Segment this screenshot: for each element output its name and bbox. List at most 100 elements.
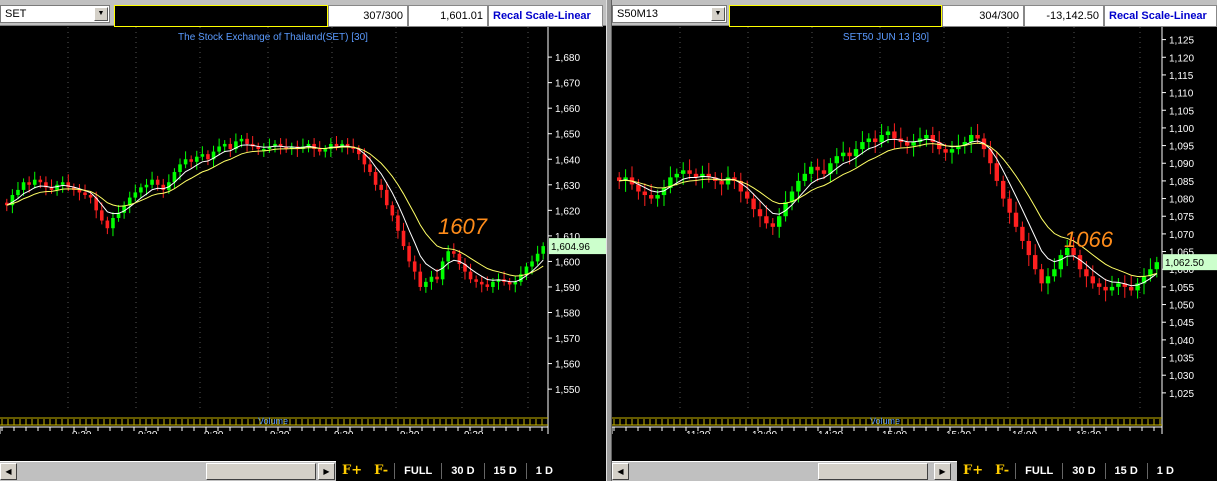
- scroll-left-icon[interactable]: ◀: [0, 463, 17, 480]
- candle: [892, 131, 897, 139]
- candle: [491, 281, 495, 287]
- symbol-select-right[interactable]: S50M13 ▼: [612, 5, 727, 23]
- candle: [83, 192, 87, 196]
- candle: [1001, 180, 1006, 199]
- tab-full[interactable]: FULL: [1015, 463, 1062, 479]
- price-annotation: 1607: [438, 214, 488, 239]
- recal-scale-button-right[interactable]: Recal Scale-Linear: [1104, 5, 1217, 27]
- candle: [764, 216, 769, 224]
- candle: [111, 218, 115, 229]
- moving-average-slow: [619, 142, 1157, 277]
- candle: [452, 251, 456, 254]
- tab-full[interactable]: FULL: [394, 463, 441, 479]
- candle: [206, 154, 210, 160]
- tab-15d[interactable]: 15 D: [1104, 463, 1147, 479]
- candle: [27, 182, 31, 185]
- candle: [446, 251, 451, 262]
- y-tick-label: 1,040: [1169, 336, 1194, 347]
- candle: [1026, 240, 1031, 256]
- scroll-thumb[interactable]: [818, 463, 928, 480]
- candle: [1077, 255, 1083, 270]
- candle: [873, 138, 878, 143]
- time-label: 9:30: [204, 430, 224, 434]
- candle: [479, 281, 484, 285]
- tab-1d[interactable]: 1 D: [1146, 463, 1183, 479]
- candle: [1116, 283, 1121, 287]
- candle: [905, 142, 910, 146]
- zoom-in-tab[interactable]: F+: [957, 463, 989, 479]
- scrollbar-left[interactable]: ◀ ▶: [0, 461, 336, 481]
- candle: [513, 281, 518, 285]
- tab-30d[interactable]: 30 D: [441, 463, 483, 479]
- scroll-right-icon[interactable]: ▶: [318, 463, 335, 480]
- scrollbar-right[interactable]: ◀ ▶: [612, 461, 957, 481]
- scroll-left-icon[interactable]: ◀: [612, 463, 629, 480]
- candle: [745, 191, 750, 199]
- candle: [674, 173, 679, 178]
- zoom-in-tab[interactable]: F+: [336, 463, 368, 479]
- y-tick-label: 1,570: [555, 334, 580, 345]
- last-price-field-right: -13,142.50: [1024, 5, 1104, 27]
- candle: [1154, 262, 1159, 270]
- candle: [1129, 286, 1134, 291]
- scroll-right-icon[interactable]: ▶: [934, 463, 951, 480]
- candle: [975, 134, 980, 139]
- candle: [424, 281, 428, 287]
- candle: [1039, 269, 1044, 284]
- candlestick-chart-left[interactable]: 1,6801,6701,6601,6501,6401,6301,6201,610…: [0, 27, 606, 434]
- last-price-field-left: 1,601.01: [408, 5, 488, 27]
- tab-30d[interactable]: 30 D: [1062, 463, 1104, 479]
- time-label: 9:30: [464, 430, 484, 434]
- candle: [222, 143, 227, 147]
- y-tick-label: 1,100: [1169, 124, 1194, 135]
- candle: [770, 223, 775, 227]
- tab-1d[interactable]: 1 D: [525, 463, 562, 479]
- y-tick-label: 1,080: [1169, 195, 1194, 206]
- tab-15d[interactable]: 15 D: [483, 463, 526, 479]
- zoom-out-tab[interactable]: F-: [368, 463, 394, 479]
- scroll-thumb[interactable]: [206, 463, 316, 480]
- symbol-value: S50M13: [617, 8, 658, 20]
- candle: [32, 179, 37, 185]
- candle: [1103, 286, 1108, 291]
- recal-scale-button-left[interactable]: Recal Scale-Linear: [488, 5, 603, 27]
- candle: [524, 266, 529, 275]
- y-tick-label: 1,030: [1169, 371, 1194, 382]
- y-tick-label: 1,025: [1169, 389, 1194, 400]
- candle: [440, 261, 445, 280]
- y-tick-label: 1,110: [1169, 89, 1194, 100]
- time-label: 11:30: [686, 430, 711, 434]
- candle: [1058, 255, 1063, 270]
- y-tick-label: 1,600: [555, 257, 580, 268]
- zoom-out-tab[interactable]: F-: [989, 463, 1015, 479]
- candle: [373, 172, 378, 185]
- candle: [649, 195, 654, 199]
- candle: [323, 149, 328, 152]
- candle: [99, 210, 104, 221]
- candle: [21, 182, 26, 190]
- candle: [1045, 276, 1051, 284]
- y-tick-label: 1,120: [1169, 53, 1194, 64]
- candle: [1020, 226, 1025, 241]
- y-tick-label: 1,590: [555, 283, 580, 294]
- candle: [390, 205, 395, 216]
- candle: [687, 170, 692, 174]
- candlestick-chart-right[interactable]: 1,125 1,120 1,115 1,110 1,105 1,100 1,095 1,090…: [612, 27, 1217, 434]
- symbol-select-left[interactable]: SET ▼: [0, 5, 110, 23]
- candle: [841, 152, 846, 157]
- candle: [719, 180, 724, 185]
- chart-title: SET50 JUN 13 [30]: [843, 32, 929, 43]
- chart-title: The Stock Exchange of Thailand(SET) [30]: [178, 32, 368, 43]
- time-label: 9:30: [400, 430, 420, 434]
- count-field-left: 307/300: [328, 5, 408, 27]
- chevron-down-icon[interactable]: ▼: [94, 7, 108, 21]
- candle: [485, 284, 490, 287]
- candle: [362, 154, 367, 165]
- time-label: 12:00: [752, 430, 777, 434]
- candle: [88, 195, 93, 198]
- chart-panel-left: SET ▼ 307/300 1,601.01 Recal Scale-Linea…: [0, 0, 606, 481]
- candle: [642, 191, 647, 196]
- chevron-down-icon[interactable]: ▼: [711, 7, 725, 21]
- y-tick-label: 1,640: [555, 155, 580, 166]
- y-tick-label: 1,620: [555, 206, 580, 217]
